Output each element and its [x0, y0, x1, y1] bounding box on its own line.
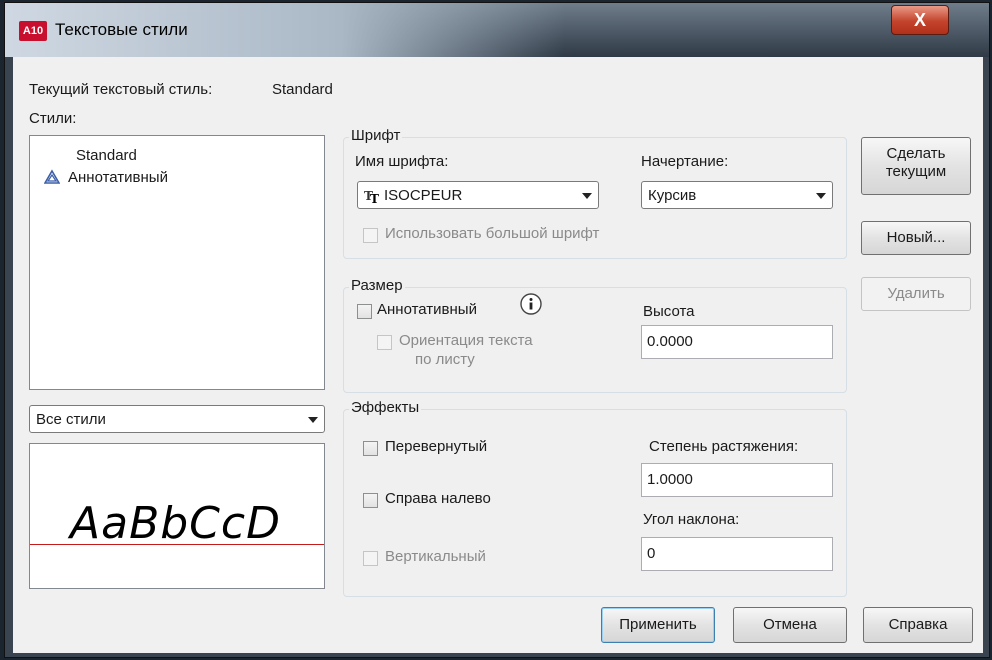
size-group-title: Размер: [349, 277, 405, 294]
font-style-label: Начертание:: [641, 153, 729, 170]
width-factor-label: Степень растяжения:: [649, 438, 799, 455]
close-button[interactable]: X: [891, 5, 949, 35]
oblique-angle-input[interactable]: 0: [641, 537, 833, 571]
font-name-value: ISOCPEUR: [384, 187, 463, 204]
title-bar[interactable]: A10 Текстовые стили X: [5, 3, 989, 57]
orient-to-layout-label-2: по листу: [415, 351, 475, 368]
orient-to-layout-label-1: Ориентация текста: [399, 332, 533, 349]
current-style-value: Standard: [272, 81, 333, 98]
vertical-label: Вертикальный: [385, 548, 486, 565]
font-name-label: Имя шрифта:: [355, 153, 449, 170]
orient-to-layout-checkbox[interactable]: [377, 335, 392, 350]
height-value: 0.0000: [647, 333, 693, 350]
current-style-label: Текущий текстовый стиль:: [29, 81, 213, 98]
window-title: Текстовые стили: [55, 20, 188, 39]
upside-down-label: Перевернутый: [385, 438, 488, 455]
chevron-down-icon: [582, 193, 592, 199]
use-bigfont-checkbox[interactable]: [363, 228, 378, 243]
oblique-angle-value: 0: [647, 545, 656, 562]
apply-button[interactable]: Применить: [601, 607, 715, 643]
font-name-select[interactable]: TT ISOCPEUR: [357, 181, 599, 209]
font-style-select[interactable]: Курсив: [641, 181, 833, 209]
height-label: Высота: [643, 303, 695, 320]
font-style-value: Курсив: [648, 187, 697, 204]
backwards-checkbox[interactable]: [363, 493, 378, 508]
help-button[interactable]: Справка: [863, 607, 973, 643]
truetype-font-icon: TT: [364, 187, 382, 206]
autocad-app-icon: A10: [19, 21, 47, 41]
width-factor-input[interactable]: 1.0000: [641, 463, 833, 497]
styles-listbox[interactable]: Standard Аннотативный: [29, 135, 325, 390]
vertical-checkbox[interactable]: [363, 551, 378, 566]
svg-text:T: T: [370, 192, 379, 205]
upside-down-checkbox[interactable]: [363, 441, 378, 456]
preview-baseline: [30, 544, 324, 545]
annotative-icon: [43, 169, 62, 187]
effects-group-title: Эффекты: [349, 399, 422, 416]
annotative-label: Аннотативный: [377, 301, 477, 318]
backwards-label: Справа налево: [385, 490, 491, 507]
dialog-client-area: Текущий текстовый стиль: Standard Стили:…: [13, 57, 983, 653]
styles-filter-select[interactable]: Все стили: [29, 405, 325, 433]
annotative-checkbox[interactable]: [357, 304, 372, 319]
style-preview: AaBbCcD: [29, 443, 325, 589]
set-current-button[interactable]: Сделать текущим: [861, 137, 971, 195]
list-item-standard[interactable]: Standard: [72, 146, 141, 166]
delete-style-button[interactable]: Удалить: [861, 277, 971, 311]
height-input[interactable]: 0.0000: [641, 325, 833, 359]
chevron-down-icon: [816, 193, 826, 199]
list-item-annotative[interactable]: Аннотативный: [64, 168, 172, 188]
width-factor-value: 1.0000: [647, 471, 693, 488]
oblique-angle-label: Угол наклона:: [643, 511, 740, 528]
styles-filter-value: Все стили: [36, 411, 106, 428]
chevron-down-icon: [308, 417, 318, 423]
info-icon[interactable]: [519, 292, 543, 316]
font-group-title: Шрифт: [349, 127, 403, 144]
use-bigfont-label: Использовать большой шрифт: [385, 225, 600, 242]
preview-text: AaBbCcD: [70, 498, 281, 549]
styles-label: Стили:: [29, 110, 77, 127]
cancel-button[interactable]: Отмена: [733, 607, 847, 643]
new-style-button[interactable]: Новый...: [861, 221, 971, 255]
dialog-window: A10 Текстовые стили X Текущий текстовый …: [4, 2, 990, 658]
